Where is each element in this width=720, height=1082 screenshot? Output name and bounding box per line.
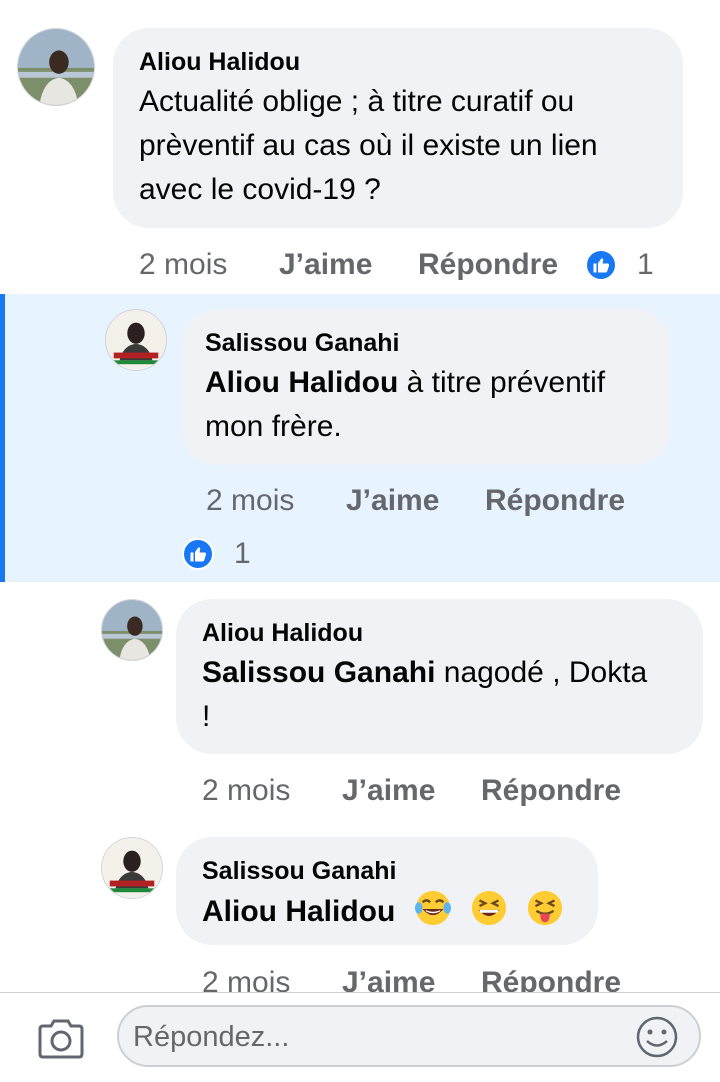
comment-author[interactable]: Aliou Halidou [202, 619, 363, 648]
camera-icon[interactable] [36, 1019, 86, 1059]
avatar[interactable] [105, 309, 167, 371]
comment-bubble: Aliou Halidou Salissou Ganahi nagodé , D… [176, 599, 703, 754]
like-button[interactable]: J’aime [279, 248, 372, 282]
comment-line: Aliou Halidou à titre préventif [205, 361, 605, 405]
comment-text: Actualité oblige ; à titre curatif ou pr… [139, 80, 598, 212]
comment-thread: Aliou Halidou Actualité oblige ; à titre… [0, 0, 720, 992]
like-button[interactable]: J’aime [346, 484, 439, 518]
tears-of-joy-emoji [414, 890, 451, 926]
grinning-squinting-emoji [471, 890, 507, 926]
reply-button[interactable]: Répondre [418, 248, 558, 282]
comment-time[interactable]: 2 mois [206, 484, 294, 518]
comment-line: Salissou Ganahi nagodé , Dokta [202, 651, 647, 695]
comment-text: Aliou Halidou à titre préventif mon frèr… [205, 361, 605, 449]
avatar[interactable] [101, 599, 163, 661]
reaction-summary[interactable]: 1 [182, 537, 251, 571]
mention-link[interactable]: Aliou Halidou [202, 895, 395, 928]
comment-line: prèventif au cas où il existe un lien [139, 129, 598, 162]
avatar[interactable] [101, 837, 163, 899]
comment-author[interactable]: Aliou Halidou [139, 48, 300, 77]
comment-line: Aliou Halidou [202, 889, 564, 934]
comment-author[interactable]: Salissou Ganahi [205, 329, 400, 358]
like-button[interactable]: J’aime [342, 774, 435, 808]
comment-line-text: nagodé , Dokta [435, 656, 648, 689]
mention-link[interactable]: Salissou Ganahi [202, 656, 435, 689]
comment-bubble: Salissou Ganahi Aliou Halidou [176, 837, 598, 945]
reaction-count: 1 [637, 248, 654, 281]
reaction-count: 1 [234, 537, 251, 570]
reply-input-placeholder: Répondez... [133, 1021, 290, 1053]
reply-composer: Répondez... [0, 992, 720, 1082]
reply-input[interactable]: Répondez... [117, 1005, 701, 1067]
avatar[interactable] [17, 28, 95, 106]
comment-text: Aliou Halidou [202, 889, 564, 934]
comment-bubble: Salissou Ganahi Aliou Halidou à titre pr… [181, 309, 671, 465]
comment-line: Actualité oblige ; à titre curatif ou [139, 85, 575, 118]
comment-line-text: à titre préventif [398, 366, 606, 399]
like-button[interactable]: J’aime [342, 966, 435, 992]
comment-text: Salissou Ganahi nagodé , Dokta ! [202, 651, 647, 739]
comment-time[interactable]: 2 mois [202, 774, 290, 808]
reply-button[interactable]: Répondre [481, 774, 621, 808]
comment-line: avec le covid-19 ? [139, 173, 381, 206]
smiley-icon[interactable] [635, 1015, 679, 1059]
like-reaction-icon [182, 538, 214, 570]
comment-author[interactable]: Salissou Ganahi [202, 857, 397, 886]
reply-button[interactable]: Répondre [485, 484, 625, 518]
comment-line: ! [202, 700, 211, 733]
comment-line: mon frère. [205, 410, 342, 443]
like-reaction-icon [585, 249, 617, 281]
reply-button[interactable]: Répondre [481, 966, 621, 992]
comment-bubble: Aliou Halidou Actualité oblige ; à titre… [113, 28, 683, 228]
reaction-summary[interactable]: 1 [585, 248, 654, 282]
mention-link[interactable]: Aliou Halidou [205, 366, 398, 399]
comment-time[interactable]: 2 mois [202, 966, 290, 992]
tongue-wink-emoji [528, 890, 563, 926]
comment-time[interactable]: 2 mois [139, 248, 227, 282]
